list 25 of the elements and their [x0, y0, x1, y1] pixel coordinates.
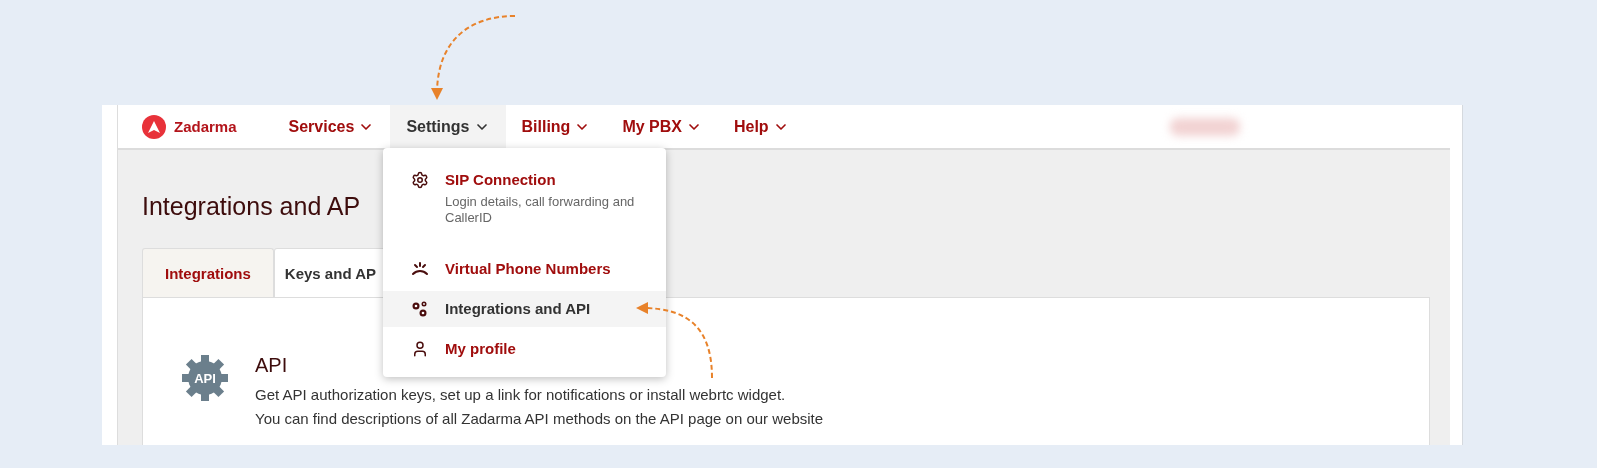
tab[interactable]: Integrations	[142, 248, 274, 297]
nav-menu-item[interactable]: Services	[272, 105, 391, 148]
card-description: Get API authorization keys, set up a link for notifications or install webrtc widget.	[255, 385, 787, 405]
card-title: API	[255, 354, 288, 377]
phone-icon	[411, 260, 429, 278]
brand-name: Zadarma	[174, 118, 237, 135]
card-description: You can find descriptions of all Zadarma API methods on the API page on our website	[255, 409, 824, 429]
blurred-user-name	[1170, 117, 1240, 136]
person-icon	[411, 340, 429, 358]
gear-icon	[411, 171, 429, 189]
menu-item-title: Integrations and API	[445, 300, 591, 317]
menu-item[interactable]: SIP Connection Login details, call forwarding and CallerID	[383, 162, 666, 247]
nav-menu-item[interactable]: Billing	[505, 105, 607, 148]
menu-item-title: My profile	[445, 340, 516, 357]
page-title: Integrations and AP	[142, 192, 361, 221]
menu-item-title: SIP Connection	[445, 171, 557, 188]
nav-menu-item[interactable]: Help	[717, 105, 805, 148]
nav-menu-item[interactable]: Settings	[390, 105, 506, 148]
menu-item[interactable]: My profile	[383, 331, 666, 367]
logo-icon	[142, 114, 166, 139]
menu-item-title: Virtual Phone Numbers	[445, 260, 611, 277]
menu-item[interactable]: Integrations and API	[383, 291, 666, 327]
cogs-icon	[411, 300, 429, 318]
nav-menu-item[interactable]: My PBX	[606, 105, 718, 148]
menu-item-description: Login details, call forwarding and CallerID	[445, 194, 635, 226]
